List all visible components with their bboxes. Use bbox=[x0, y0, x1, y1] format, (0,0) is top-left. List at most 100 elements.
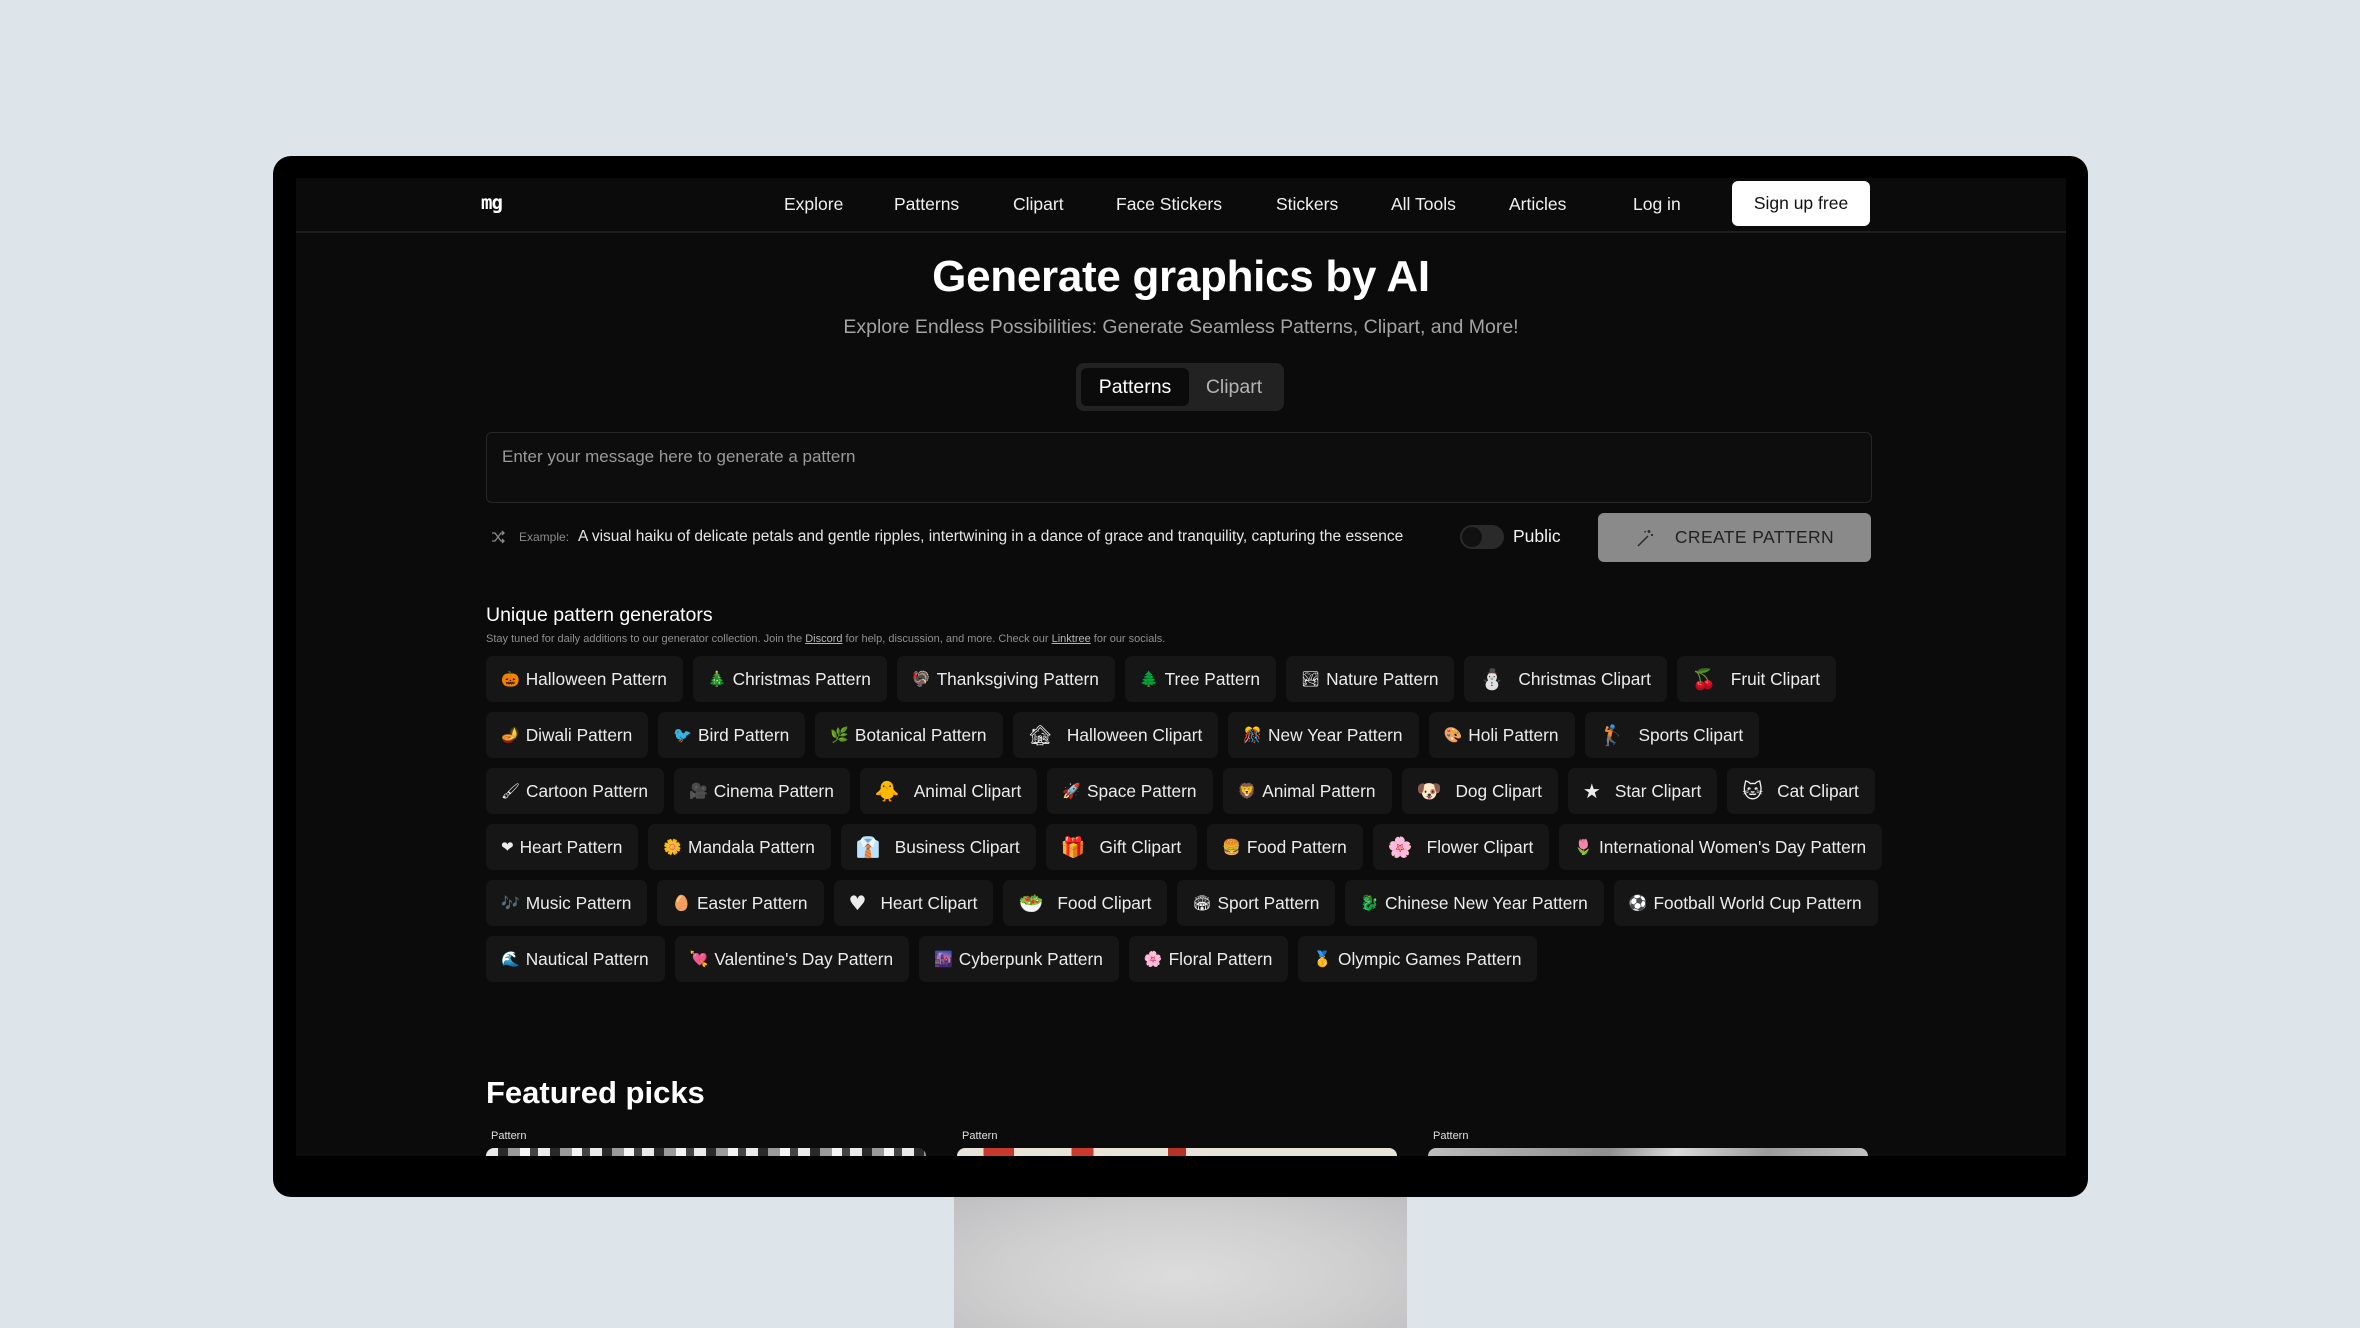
monitor-frame: mg Explore Patterns Clipart Face Sticker… bbox=[273, 156, 2088, 1197]
generator-chip-label: Diwali Pattern bbox=[525, 724, 633, 745]
olympic-games-pattern-icon: 🥇 bbox=[1313, 950, 1332, 968]
desc-text: for help, discussion, and more. Check ou… bbox=[842, 633, 1052, 645]
generator-chip-floral-pattern[interactable]: 🌸 Floral Pattern bbox=[1128, 936, 1289, 982]
generator-chip-holi-pattern[interactable]: 🎨 Holi Pattern bbox=[1428, 712, 1575, 758]
generator-chip-easter-pattern[interactable]: 🥚 Easter Pattern bbox=[657, 880, 824, 926]
example-text[interactable]: A visual haiku of delicate petals and ge… bbox=[578, 528, 1403, 546]
mode-tabs: Patterns Clipart bbox=[1076, 363, 1284, 411]
generator-chip-music-pattern[interactable]: 🎶 Music Pattern bbox=[486, 880, 648, 926]
generator-chip-tree-pattern[interactable]: 🌲 Tree Pattern bbox=[1124, 656, 1277, 702]
desc-text: for our socials. bbox=[1090, 633, 1166, 645]
mandala-pattern-icon: 🌼 bbox=[663, 838, 683, 856]
nav-link-articles[interactable]: Articles bbox=[1509, 194, 1566, 215]
generator-chip-label: Christmas Pattern bbox=[732, 668, 871, 689]
generator-chip-label: New Year Pattern bbox=[1268, 724, 1403, 745]
generator-chip-fruit-clipart[interactable]: 🍒 Fruit Clipart bbox=[1676, 656, 1837, 702]
discord-link[interactable]: Discord bbox=[805, 633, 842, 645]
fruit-clipart-icon: 🍒 bbox=[1691, 667, 1717, 691]
generator-chip-space-pattern[interactable]: 🚀 Space Pattern bbox=[1047, 768, 1213, 814]
signup-button[interactable]: Sign up free bbox=[1732, 181, 1870, 226]
generators-description: Stay tuned for daily additions to our ge… bbox=[486, 633, 1165, 645]
nature-pattern-icon: 🏞 bbox=[1301, 670, 1321, 688]
halloween-clipart-icon: 🏚 bbox=[1027, 723, 1053, 747]
easter-pattern-icon: 🥚 bbox=[672, 894, 692, 912]
generator-chip-label: Flower Clipart bbox=[1426, 836, 1534, 857]
generator-chip-label: Dog Clipart bbox=[1455, 780, 1542, 801]
generator-chip-star-clipart[interactable]: ★ Star Clipart bbox=[1567, 768, 1718, 814]
linktree-link[interactable]: Linktree bbox=[1052, 633, 1091, 645]
generator-chip-botanical-pattern[interactable]: 🌿 Botanical Pattern bbox=[815, 712, 1003, 758]
floral-pattern-icon: 🌸 bbox=[1143, 950, 1163, 968]
generator-chip-label: Tree Pattern bbox=[1164, 668, 1261, 689]
star-clipart-icon: ★ bbox=[1582, 779, 1601, 803]
generator-chip-heart-clipart[interactable]: ♥ Heart Clipart bbox=[833, 880, 994, 926]
nav-link-patterns[interactable]: Patterns bbox=[894, 194, 959, 215]
bird-pattern-icon: 🐦 bbox=[673, 726, 692, 744]
generator-chip-olympic-games-pattern[interactable]: 🥇 Olympic Games Pattern bbox=[1298, 936, 1538, 982]
dog-clipart-icon: 🐶 bbox=[1416, 779, 1442, 803]
generator-chip-label: Food Clipart bbox=[1057, 892, 1152, 913]
sports-clipart-icon: 🏌 bbox=[1599, 723, 1625, 747]
generator-chip-gift-clipart[interactable]: 🎁 Gift Clipart bbox=[1045, 824, 1198, 870]
generator-chip-christmas-pattern[interactable]: 🎄 Christmas Pattern bbox=[692, 656, 887, 702]
prompt-input[interactable] bbox=[486, 432, 1872, 503]
generator-chip-football-world-cup-pattern[interactable]: ⚽ Football World Cup Pattern bbox=[1613, 880, 1878, 926]
generator-chip-cyberpunk-pattern[interactable]: 🌆 Cyberpunk Pattern bbox=[919, 936, 1119, 982]
generator-chip-international-women-s-day-pattern[interactable]: 🌷 International Women's Day Pattern bbox=[1559, 824, 1883, 870]
generator-chip-sport-pattern[interactable]: 🏟 Sport Pattern bbox=[1177, 880, 1336, 926]
generator-chip-diwali-pattern[interactable]: 🪔 Diwali Pattern bbox=[486, 712, 649, 758]
generator-chip-christmas-clipart[interactable]: ⛄ Christmas Clipart bbox=[1464, 656, 1667, 702]
generator-chip-animal-pattern[interactable]: 🦁 Animal Pattern bbox=[1222, 768, 1392, 814]
desc-text: Stay tuned for daily additions to our ge… bbox=[486, 633, 806, 645]
generator-chip-heart-pattern[interactable]: ❤ Heart Pattern bbox=[486, 824, 639, 870]
nav-link-explore[interactable]: Explore bbox=[784, 194, 843, 215]
tab-clipart[interactable]: Clipart bbox=[1189, 368, 1279, 406]
nav-link-all-tools[interactable]: All Tools bbox=[1391, 194, 1456, 215]
generator-chip-dog-clipart[interactable]: 🐶 Dog Clipart bbox=[1401, 768, 1558, 814]
nav-link-clipart[interactable]: Clipart bbox=[1013, 194, 1064, 215]
thanksgiving-pattern-icon: 🦃 bbox=[911, 670, 931, 688]
generator-chip-nautical-pattern[interactable]: 🌊 Nautical Pattern bbox=[486, 936, 665, 982]
generator-chip-label: Cat Clipart bbox=[1777, 780, 1859, 801]
nav-link-stickers[interactable]: Stickers bbox=[1276, 194, 1338, 215]
generator-chip-thanksgiving-pattern[interactable]: 🦃 Thanksgiving Pattern bbox=[896, 656, 1115, 702]
login-link[interactable]: Log in bbox=[1633, 194, 1681, 215]
shuffle-icon[interactable] bbox=[491, 528, 509, 546]
generator-chip-bird-pattern[interactable]: 🐦 Bird Pattern bbox=[658, 712, 806, 758]
generator-chip-cat-clipart[interactable]: 🐱 Cat Clipart bbox=[1727, 768, 1875, 814]
top-navigation: mg Explore Patterns Clipart Face Sticker… bbox=[296, 178, 2066, 233]
generator-chip-business-clipart[interactable]: 👔 Business Clipart bbox=[840, 824, 1036, 870]
nav-link-face-stickers[interactable]: Face Stickers bbox=[1116, 194, 1222, 215]
page-title: Generate graphics by AI bbox=[932, 252, 1430, 301]
generator-chip-cinema-pattern[interactable]: 🎥 Cinema Pattern bbox=[674, 768, 850, 814]
generator-chip-animal-clipart[interactable]: 🐥 Animal Clipart bbox=[859, 768, 1038, 814]
generator-chip-label: Nature Pattern bbox=[1326, 668, 1439, 689]
site-logo[interactable]: mg bbox=[481, 192, 503, 214]
generator-chip-label: Cyberpunk Pattern bbox=[958, 948, 1103, 969]
generator-chip-halloween-clipart[interactable]: 🏚 Halloween Clipart bbox=[1012, 712, 1219, 758]
generator-chip-food-pattern[interactable]: 🍔 Food Pattern bbox=[1207, 824, 1363, 870]
generator-chip-halloween-pattern[interactable]: 🎃 Halloween Pattern bbox=[486, 656, 683, 702]
football-world-cup-pattern-icon: ⚽ bbox=[1628, 894, 1648, 912]
generator-chip-cartoon-pattern[interactable]: 🖌 Cartoon Pattern bbox=[486, 768, 665, 814]
tab-patterns[interactable]: Patterns bbox=[1081, 368, 1189, 406]
generator-chip-label: Gift Clipart bbox=[1099, 836, 1182, 857]
monitor-stand bbox=[954, 1196, 1407, 1328]
card-type-label: Pattern bbox=[962, 1130, 998, 1142]
public-toggle[interactable] bbox=[1460, 525, 1504, 549]
chinese-new-year-pattern-icon: 🐉 bbox=[1360, 894, 1380, 912]
create-pattern-button[interactable]: CREATE PATTERN bbox=[1598, 513, 1871, 562]
generator-chip-flower-clipart[interactable]: 🌸 Flower Clipart bbox=[1372, 824, 1550, 870]
generator-chip-sports-clipart[interactable]: 🏌 Sports Clipart bbox=[1584, 712, 1760, 758]
generator-chip-food-clipart[interactable]: 🥗 Food Clipart bbox=[1003, 880, 1168, 926]
public-label: Public bbox=[1513, 526, 1561, 546]
generator-chip-chinese-new-year-pattern[interactable]: 🐉 Chinese New Year Pattern bbox=[1345, 880, 1604, 926]
christmas-pattern-icon: 🎄 bbox=[707, 670, 727, 688]
valentine-s-day-pattern-icon: 💘 bbox=[689, 950, 709, 968]
cyberpunk-pattern-icon: 🌆 bbox=[934, 950, 953, 968]
generator-chip-nature-pattern[interactable]: 🏞 Nature Pattern bbox=[1286, 656, 1455, 702]
generator-chip-mandala-pattern[interactable]: 🌼 Mandala Pattern bbox=[648, 824, 831, 870]
generator-chip-new-year-pattern[interactable]: 🎊 New Year Pattern bbox=[1228, 712, 1419, 758]
generator-chip-label: International Women's Day Pattern bbox=[1598, 836, 1867, 857]
generator-chip-valentine-s-day-pattern[interactable]: 💘 Valentine's Day Pattern bbox=[674, 936, 910, 982]
